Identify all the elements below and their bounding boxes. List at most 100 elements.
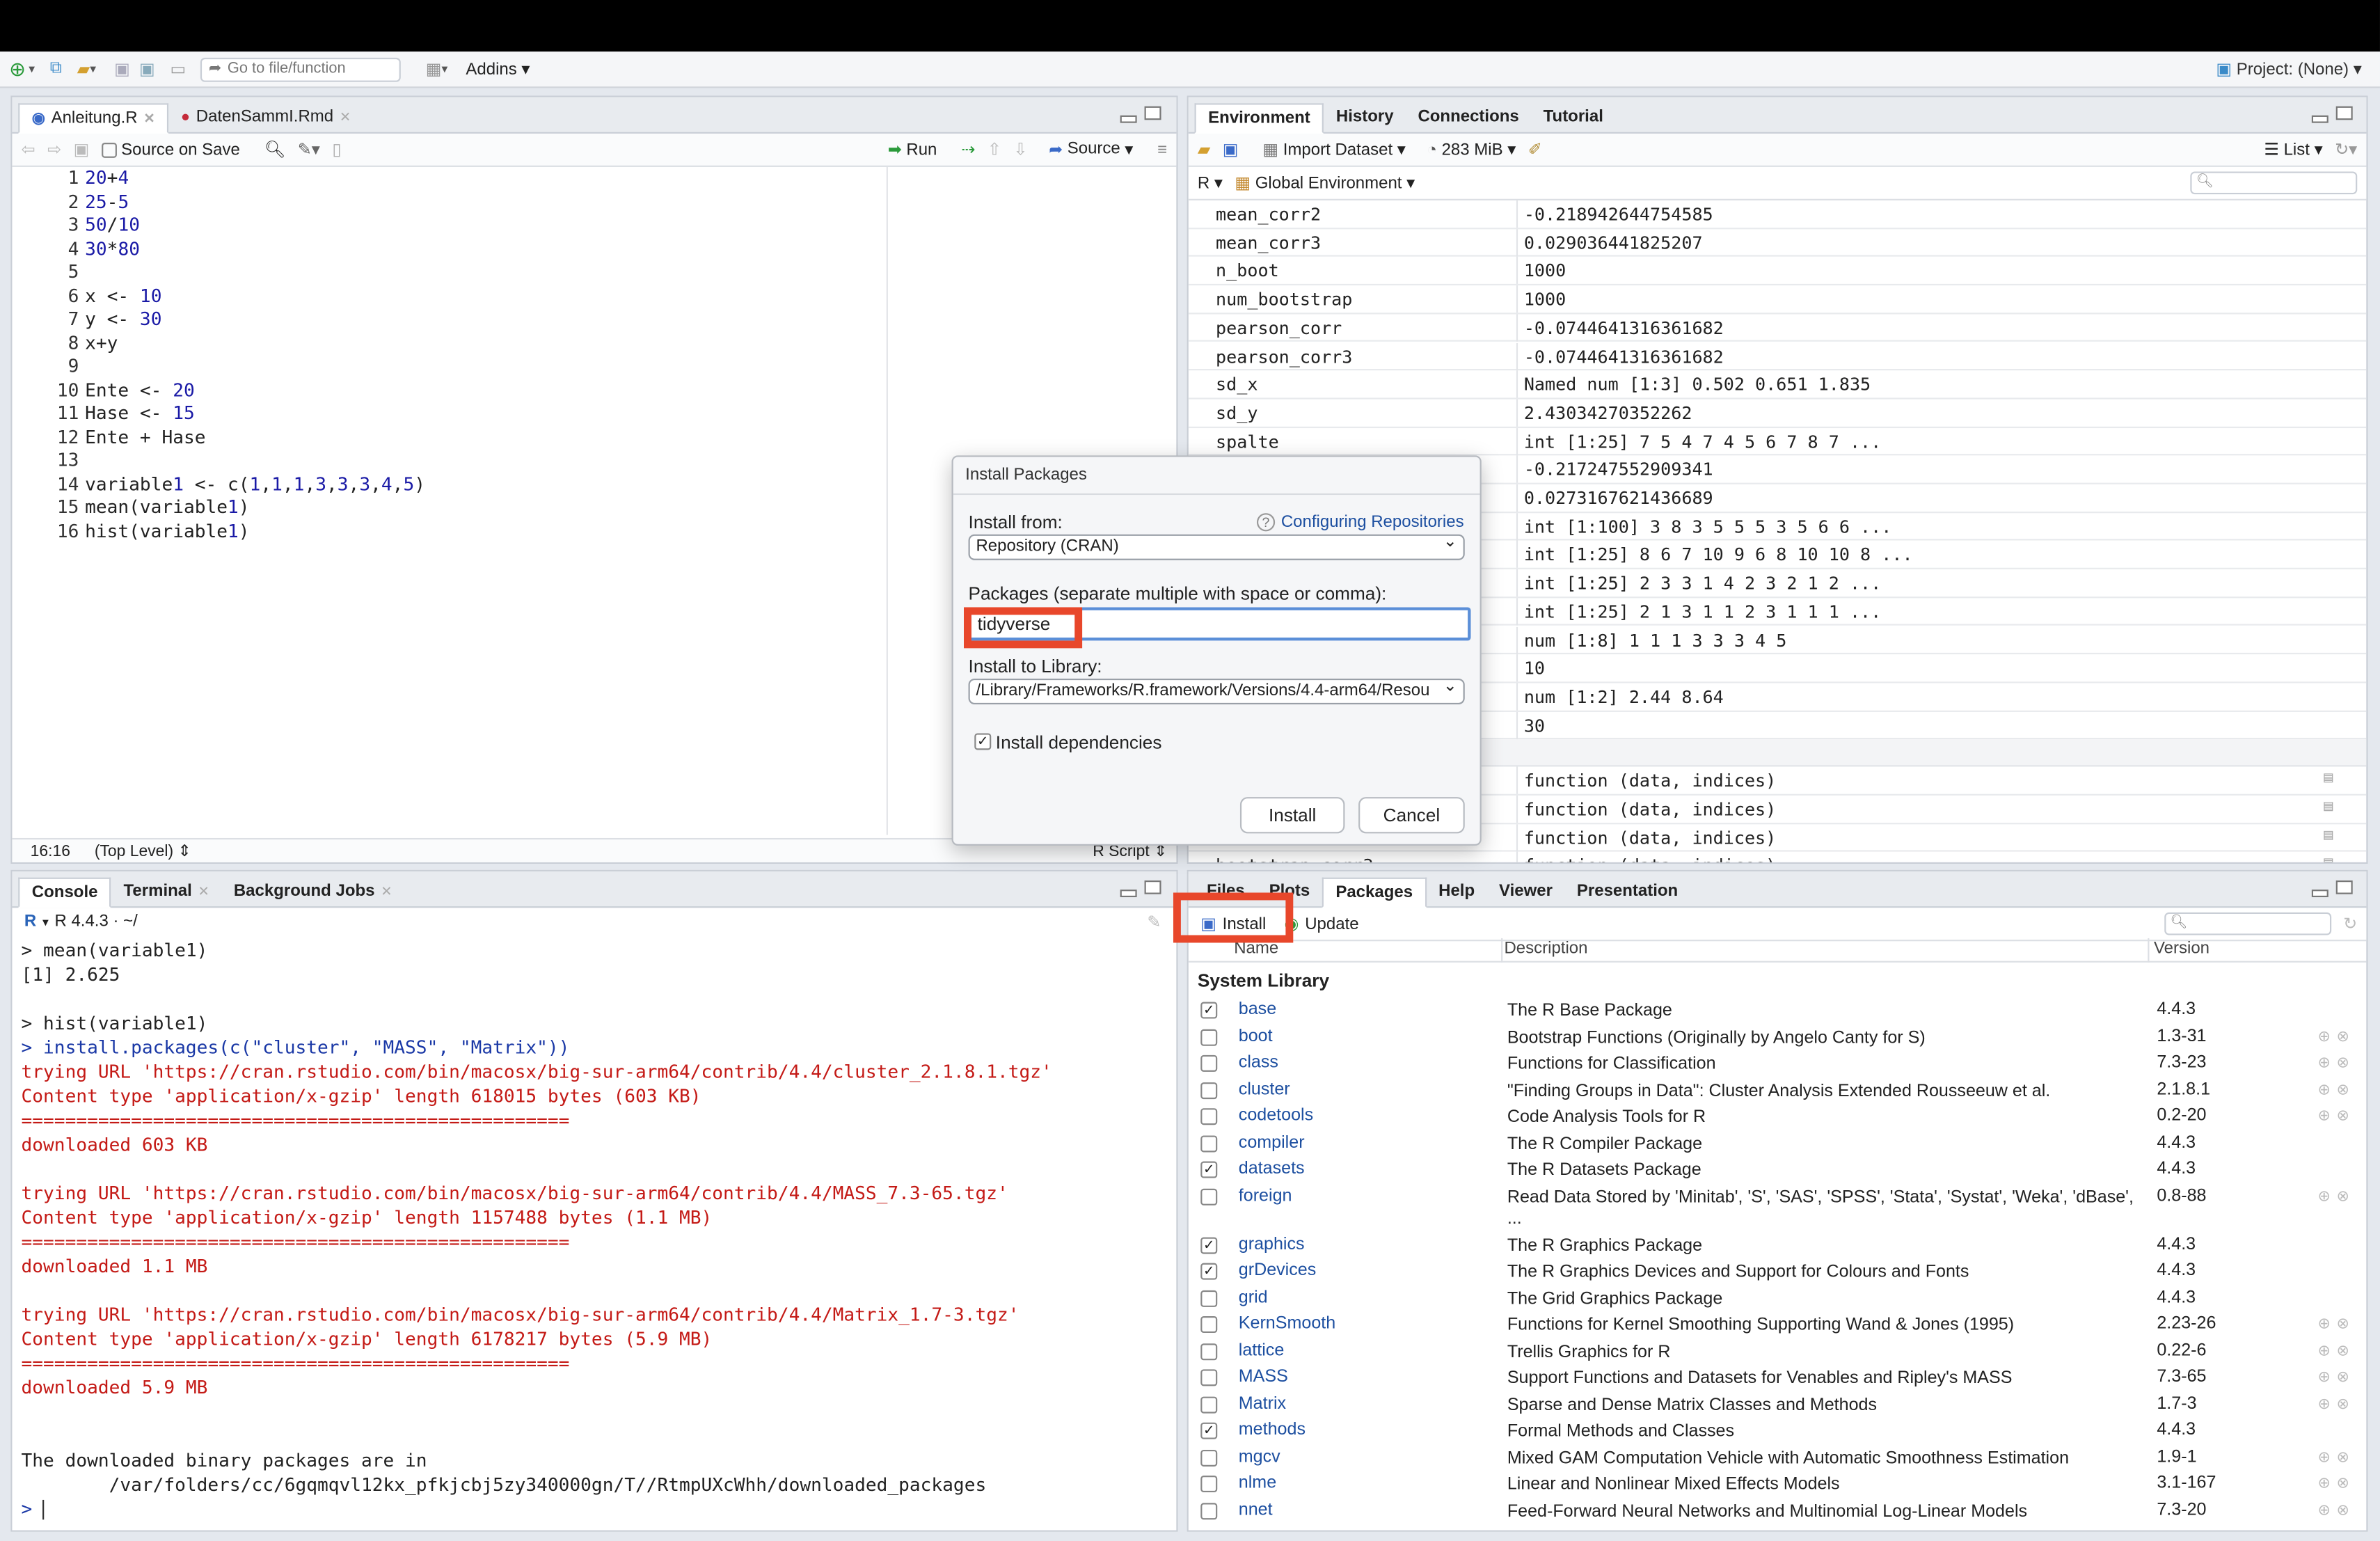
maximize-pane-icon[interactable]	[1144, 106, 1161, 120]
refresh-icon[interactable]: ↻	[2343, 914, 2357, 933]
env-row[interactable]: sd_x Named num [1:3] 0.502 0.651 1.835	[1188, 370, 2367, 400]
save-icon[interactable]: ▣	[114, 56, 130, 83]
chevron-down-icon[interactable]: ▾	[29, 56, 35, 83]
tab-anleitung[interactable]: ◉ Anleitung.R ✕	[18, 103, 169, 134]
package-name-link[interactable]: graphics	[1239, 1235, 1305, 1253]
env-row[interactable]: num_bootstrap 1000	[1188, 285, 2367, 315]
view-function-icon[interactable]: ▤	[2324, 798, 2333, 815]
chevron-down-icon[interactable]: ▾	[42, 915, 49, 928]
run-button[interactable]: ➡ Run	[888, 140, 937, 159]
load-workspace-icon[interactable]: ▰	[1198, 140, 1210, 159]
cancel-button[interactable]: Cancel	[1358, 797, 1465, 834]
close-icon[interactable]: ✕	[198, 883, 209, 899]
package-actions-icon[interactable]: ⊕⊗	[2318, 1343, 2356, 1359]
save-icon[interactable]: ▣	[74, 140, 90, 159]
update-packages-button[interactable]: ◉ Update	[1285, 914, 1359, 933]
package-load-checkbox[interactable]	[1200, 1369, 1218, 1386]
view-function-icon[interactable]: ▤	[2324, 855, 2333, 862]
library-select[interactable]: /Library/Frameworks/R.framework/Versions…	[968, 678, 1465, 705]
package-load-checkbox[interactable]	[1200, 1396, 1218, 1413]
env-row[interactable]: pearson_corr3 -0.0744641316361682	[1188, 342, 2367, 371]
maximize-pane-icon[interactable]	[1144, 880, 1161, 894]
package-load-checkbox[interactable]: ✓	[1200, 1236, 1218, 1254]
package-load-checkbox[interactable]	[1200, 1343, 1218, 1360]
scope-selector[interactable]: (Top Level) ⇕	[95, 841, 191, 860]
package-load-checkbox[interactable]	[1200, 1108, 1218, 1125]
tab-environment[interactable]: Environment	[1194, 103, 1324, 134]
env-row[interactable]: sd_y 2.43034270352262	[1188, 399, 2367, 428]
package-load-checkbox[interactable]	[1200, 1028, 1218, 1045]
package-actions-icon[interactable]: ⊕⊗	[2318, 1502, 2356, 1519]
maximize-pane-icon[interactable]	[2335, 106, 2353, 120]
col-version[interactable]: Version	[2154, 940, 2210, 958]
goto-file-input[interactable]: ➦ Go to file/function	[200, 56, 402, 81]
package-load-checkbox[interactable]	[1200, 1289, 1218, 1306]
package-actions-icon[interactable]: ⊕⊗	[2318, 1369, 2356, 1386]
env-function-row[interactable]: bootstrap_corr3 function (data, indices) ▤	[1189, 852, 2367, 862]
view-function-icon[interactable]: ▤	[2324, 827, 2333, 844]
package-name-link[interactable]: base	[1239, 1000, 1276, 1018]
outline-icon[interactable]: ≡	[1157, 141, 1167, 159]
tab-tutorial[interactable]: Tutorial	[1531, 102, 1615, 132]
clear-console-icon[interactable]: ✎	[1147, 912, 1161, 931]
project-menu[interactable]: ▣ Project: (None) ▾	[2216, 59, 2361, 79]
broom-icon[interactable]: ✐	[1528, 140, 1542, 159]
tab-background-jobs[interactable]: Background Jobs ✕	[221, 876, 404, 906]
search-icon[interactable]: 🔍︎	[264, 140, 285, 159]
package-actions-icon[interactable]: ⊕⊗	[2318, 1396, 2356, 1413]
package-name-link[interactable]: boot	[1239, 1027, 1273, 1045]
col-description[interactable]: Description	[1504, 940, 1587, 958]
open-file-icon[interactable]: ▰	[77, 56, 90, 83]
packages-search-input[interactable]: 🔍︎	[2164, 912, 2331, 935]
package-name-link[interactable]: lattice	[1239, 1341, 1285, 1359]
install-dependencies-checkbox[interactable]: ✓	[974, 733, 992, 750]
package-load-checkbox[interactable]	[1200, 1316, 1218, 1334]
package-name-link[interactable]: grDevices	[1239, 1261, 1317, 1279]
minimize-pane-icon[interactable]	[1120, 115, 1137, 123]
package-name-link[interactable]: KernSmooth	[1239, 1315, 1335, 1333]
package-actions-icon[interactable]: ⊕⊗	[2318, 1188, 2356, 1205]
package-name-link[interactable]: mgcv	[1239, 1448, 1280, 1466]
wand-icon[interactable]: ✎▾	[298, 140, 320, 159]
package-actions-icon[interactable]: ⊕⊗	[2318, 1029, 2356, 1045]
tab-packages[interactable]: Packages	[1322, 877, 1427, 908]
down-icon[interactable]: ⇩	[1013, 140, 1027, 159]
package-name-link[interactable]: grid	[1239, 1288, 1268, 1306]
tab-datensamml[interactable]: ● DatenSammI.Rmd ✕	[168, 102, 363, 132]
tab-connections[interactable]: Connections	[1406, 102, 1531, 132]
tab-console[interactable]: Console	[18, 877, 112, 908]
package-actions-icon[interactable]: ⊕⊗	[2318, 1082, 2356, 1098]
new-project-icon[interactable]: ⧉	[50, 56, 62, 83]
package-actions-icon[interactable]: ⊕⊗	[2318, 1476, 2356, 1492]
package-load-checkbox[interactable]	[1200, 1187, 1218, 1205]
chevron-down-icon[interactable]: ▾	[441, 56, 447, 83]
tab-terminal[interactable]: Terminal ✕	[111, 876, 221, 906]
save-all-icon[interactable]: ▣	[139, 56, 155, 83]
save-workspace-icon[interactable]: ▣	[1223, 140, 1239, 159]
addins-menu[interactable]: Addins ▾	[466, 59, 530, 79]
package-actions-icon[interactable]: ⊕⊗	[2318, 1055, 2356, 1072]
console-output[interactable]: > mean(variable1) [1] 2.625 > hist(variabl…	[22, 938, 1175, 1531]
chevron-down-icon[interactable]: ▾	[90, 56, 96, 83]
list-mode-selector[interactable]: ☰ List ▾	[2264, 140, 2322, 159]
compile-report-icon[interactable]: ▯	[332, 140, 341, 159]
close-icon[interactable]: ✕	[381, 883, 392, 899]
back-icon[interactable]: ⇦	[22, 140, 35, 159]
tab-presentation[interactable]: Presentation	[1564, 876, 1690, 906]
up-icon[interactable]: ⇧	[987, 140, 1001, 159]
minimize-pane-icon[interactable]	[2311, 115, 2329, 123]
tab-history[interactable]: History	[1324, 102, 1406, 132]
package-name-link[interactable]: MASS	[1239, 1368, 1288, 1386]
package-actions-icon[interactable]: ⊕⊗	[2318, 1316, 2356, 1333]
close-icon[interactable]: ✕	[340, 109, 351, 125]
rerun-icon[interactable]: ⇢	[961, 140, 975, 159]
package-load-checkbox[interactable]	[1200, 1476, 1218, 1493]
install-from-select[interactable]: Repository (CRAN)	[968, 534, 1465, 560]
package-actions-icon[interactable]: ⊕⊗	[2318, 1108, 2356, 1125]
env-row[interactable]: mean_corr2 -0.218942644754585	[1188, 200, 2367, 229]
package-name-link[interactable]: nnet	[1239, 1501, 1273, 1519]
maximize-pane-icon[interactable]	[2335, 880, 2353, 894]
package-load-checkbox[interactable]	[1200, 1448, 1218, 1466]
new-file-icon[interactable]: ⊕	[9, 56, 26, 83]
env-row[interactable]: mean_corr3 0.029036441825207	[1188, 228, 2367, 258]
